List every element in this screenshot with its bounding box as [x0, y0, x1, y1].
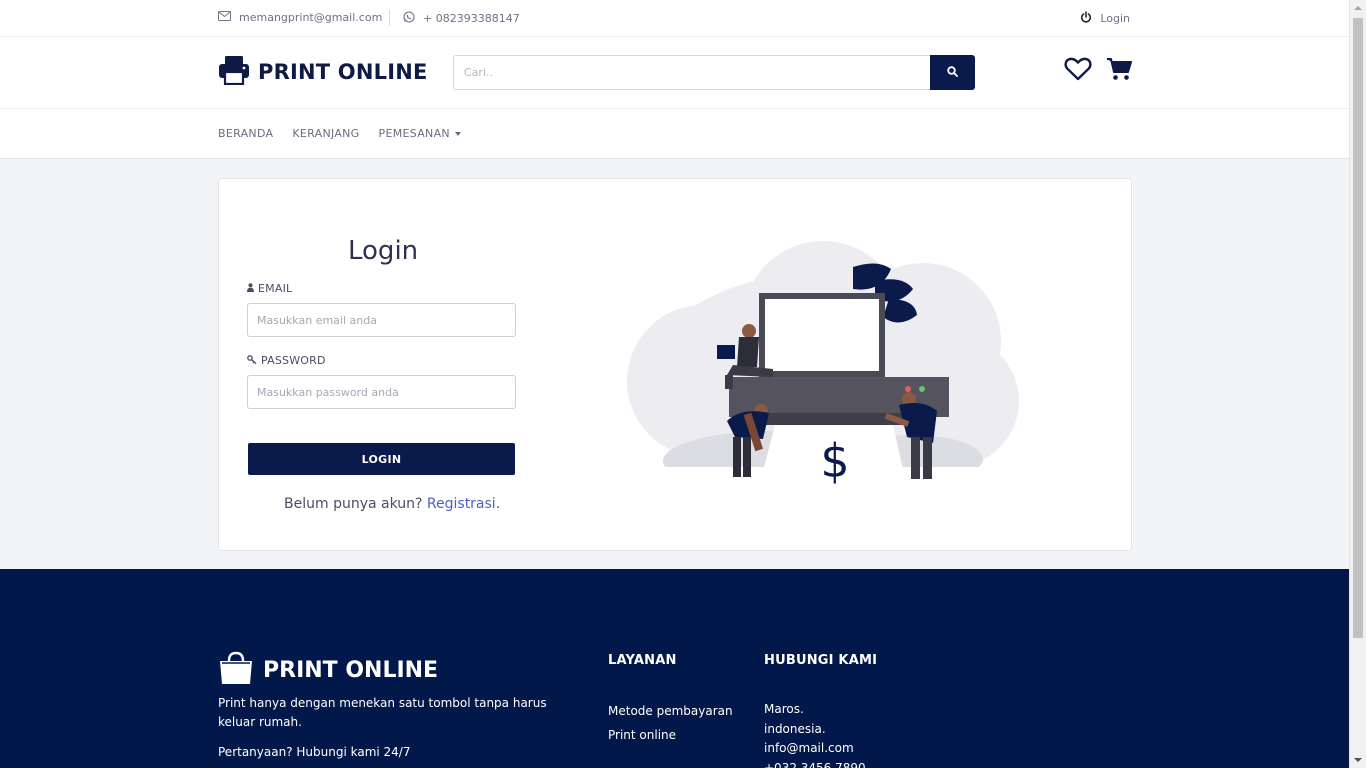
email-field[interactable]: [247, 303, 516, 337]
nav-item-keranjang[interactable]: KERANJANG: [292, 127, 359, 140]
topbar-email[interactable]: memangprint@gmail.com: [218, 11, 382, 24]
search-button[interactable]: [930, 55, 975, 90]
register-suffix: .: [495, 496, 501, 512]
email-label-text: EMAIL: [258, 282, 293, 295]
footer-brand-name: PRINT ONLINE: [263, 657, 439, 683]
login-card: Login EMAIL PASSWORD LOGIN Belum punya a…: [218, 178, 1132, 551]
contact-phone[interactable]: +032 3456 7890: [764, 759, 866, 768]
contact-email[interactable]: info@mail.com: [764, 739, 866, 759]
register-link[interactable]: Registrasi: [427, 496, 496, 512]
heart-icon[interactable]: [1064, 57, 1092, 85]
shopping-bag-icon: [218, 651, 254, 689]
footer-brand[interactable]: PRINT ONLINE: [218, 651, 438, 689]
footer-hubungi-title: HUBUNGI KAMI: [764, 653, 878, 668]
header-icons: [1064, 57, 1132, 85]
topbar-login-text: Login: [1100, 12, 1130, 25]
topbar-phone-text: + 082393388147: [423, 12, 520, 25]
login-title: Login: [348, 236, 419, 266]
footer-description: Print hanya dengan menekan satu tombol t…: [218, 696, 547, 729]
main-nav: BERANDA KERANJANG PEMESANAN: [0, 109, 1349, 159]
power-icon: [1080, 11, 1092, 26]
contact-city: Maros.: [764, 702, 804, 716]
login-button[interactable]: LOGIN: [248, 443, 515, 475]
scrollbar-thumb[interactable]: [1353, 18, 1363, 638]
whatsapp-icon: [403, 11, 415, 26]
printing-illustration: $: [623, 241, 1023, 497]
footer: PRINT ONLINE Print hanya dengan menekan …: [0, 569, 1349, 768]
top-bar: memangprint@gmail.com + 082393388147 Log…: [0, 0, 1349, 37]
contact-country: indonesia.: [764, 721, 826, 736]
scroll-up-arrow-icon[interactable]: [1350, 0, 1366, 16]
brand-name: PRINT ONLINE: [258, 60, 428, 84]
register-prompt: Belum punya akun? Registrasi.: [284, 496, 500, 512]
nav-list: BERANDA KERANJANG PEMESANAN: [218, 127, 461, 140]
user-icon: [247, 282, 254, 295]
nav-item-label: PEMESANAN: [378, 127, 450, 140]
footer-layanan-title: LAYANAN: [608, 653, 677, 668]
dollar-sign: $: [820, 434, 849, 488]
register-prompt-text: Belum punya akun?: [284, 496, 423, 512]
scroll-down-arrow-icon[interactable]: [1350, 752, 1366, 768]
topbar-login-link[interactable]: Login: [1080, 11, 1130, 26]
printer-icon: [218, 55, 250, 89]
page-scrollbar[interactable]: [1349, 0, 1366, 768]
footer-contact: Maros. indonesia. info@mail.com +032 345…: [764, 700, 866, 768]
password-field[interactable]: [247, 375, 516, 409]
envelope-icon: [218, 11, 231, 24]
topbar-separator: [389, 10, 390, 26]
search-input[interactable]: [453, 55, 930, 90]
nav-item-pemesanan[interactable]: PEMESANAN: [379, 127, 461, 140]
nav-item-beranda[interactable]: BERANDA: [218, 127, 273, 140]
footer-link-metode-pembayaran[interactable]: Metode pembayaran: [608, 704, 733, 718]
header: PRINT ONLINE: [0, 37, 1349, 109]
search-icon: [947, 65, 958, 80]
cart-icon[interactable]: [1106, 57, 1132, 85]
footer-link-print-online[interactable]: Print online: [608, 728, 676, 742]
email-label: EMAIL: [247, 282, 292, 295]
caret-down-icon: [454, 131, 461, 136]
brand-logo[interactable]: PRINT ONLINE: [218, 55, 428, 89]
topbar-email-text: memangprint@gmail.com: [239, 11, 383, 24]
footer-question: Pertanyaan? Hubungi kami 24/7: [218, 745, 411, 759]
page: memangprint@gmail.com + 082393388147 Log…: [0, 0, 1349, 768]
topbar-phone[interactable]: + 082393388147: [403, 11, 520, 26]
nav-item-label: KERANJANG: [292, 127, 360, 140]
nav-item-label: BERANDA: [218, 127, 274, 140]
password-label-text: PASSWORD: [261, 354, 326, 367]
password-label: PASSWORD: [247, 354, 326, 367]
search-bar: [453, 55, 975, 90]
key-icon: [247, 354, 257, 367]
